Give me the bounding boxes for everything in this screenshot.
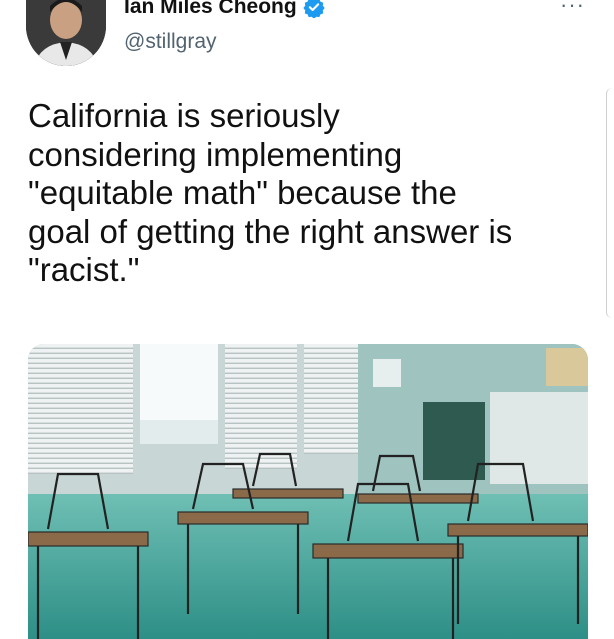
- author-avatar[interactable]: [26, 0, 106, 66]
- verified-badge-icon: [303, 0, 325, 18]
- author-display-name[interactable]: Ian Miles Cheong: [124, 0, 297, 19]
- avatar-icon: [26, 0, 106, 66]
- classroom-photo: [28, 344, 588, 639]
- adjacent-card-edge: [606, 88, 614, 318]
- tweet-text: California is seriously considering impl…: [28, 97, 513, 288]
- more-options-icon[interactable]: ···: [560, 0, 585, 18]
- author-handle[interactable]: @stillgray: [124, 30, 217, 54]
- tweet-media[interactable]: [28, 344, 588, 639]
- author-name-row[interactable]: Ian Miles Cheong: [124, 0, 325, 20]
